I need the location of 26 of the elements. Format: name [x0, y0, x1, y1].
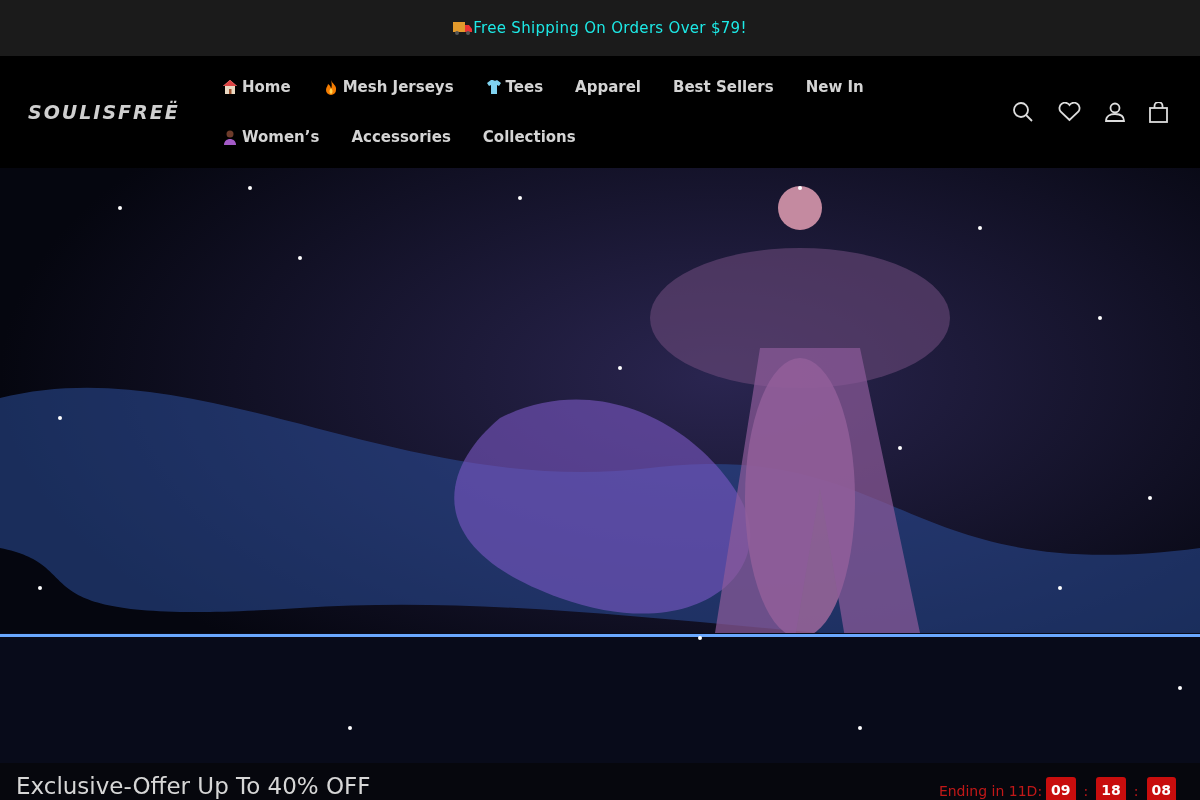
- nav-link[interactable]: Accessories: [351, 126, 451, 149]
- nav-link[interactable]: Women’s: [222, 126, 320, 149]
- nav-link[interactable]: Tees: [485, 75, 544, 98]
- account-icon[interactable]: [1105, 102, 1125, 122]
- nav-link[interactable]: Home: [222, 75, 291, 98]
- nav-link[interactable]: Apparel: [575, 75, 641, 98]
- shirt-icon: [485, 78, 502, 95]
- person-icon: [222, 129, 238, 146]
- nav-link[interactable]: Collections: [482, 126, 576, 149]
- search-icon[interactable]: [1012, 101, 1034, 123]
- offer-title: Exclusive-Offer Up To 40% OFF: [16, 775, 371, 798]
- countdown-label: Ending in 11D:: [938, 782, 1043, 800]
- nav-link[interactable]: Best Sellers: [673, 75, 774, 98]
- countdown-seconds: 08: [1146, 777, 1176, 800]
- announcement-text: Free Shipping On Orders Over $79!: [473, 17, 747, 39]
- logo[interactable]: SOULISFREË: [28, 97, 198, 127]
- countdown-minutes: 18: [1096, 777, 1126, 800]
- heart-icon[interactable]: [1058, 102, 1081, 122]
- bag-icon[interactable]: [1149, 101, 1168, 123]
- countdown-separator: :: [1082, 782, 1090, 800]
- countdown-separator: :: [1132, 782, 1140, 800]
- nav-link[interactable]: New In: [805, 75, 864, 98]
- nav-link[interactable]: Mesh Jerseys: [322, 75, 454, 98]
- truck-icon: [453, 20, 474, 36]
- countdown-hours: 09: [1046, 777, 1076, 800]
- house-icon: [222, 78, 238, 95]
